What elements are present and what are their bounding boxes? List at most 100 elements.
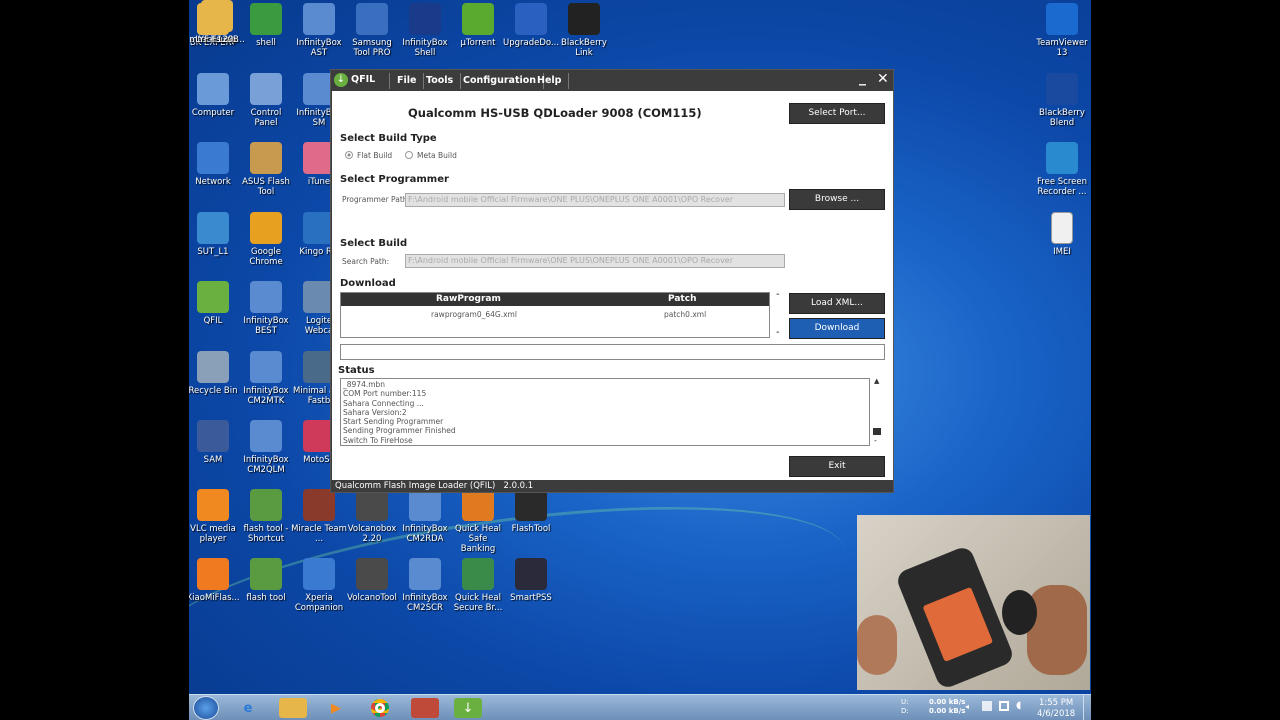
download-button[interactable]: Download xyxy=(789,318,885,339)
media-player-icon[interactable]: ▶ xyxy=(322,698,350,718)
desktop-icon[interactable]: TeamViewer 13 xyxy=(1034,3,1090,58)
desktop-icon[interactable]: VolcanoTool xyxy=(344,558,400,603)
desktop-icon[interactable]: Samsung Tool PRO xyxy=(344,3,400,58)
desktop-icon[interactable]: LYF-F120B xyxy=(189,0,245,45)
desktop-icon-label: flash tool - Shortcut xyxy=(243,524,289,544)
desktop-icon-label: Network xyxy=(195,177,231,187)
lightning-icon xyxy=(515,489,547,521)
gear-icon xyxy=(356,3,388,35)
desktop-icon[interactable]: InfinityBox CM2QLM xyxy=(238,420,294,475)
desktop-icon[interactable]: InfinityBox CM2SCR xyxy=(397,558,453,613)
desktop-icon[interactable]: Quick Heal Safe Banking xyxy=(450,489,506,554)
status-scroll-down[interactable]: - xyxy=(874,436,877,445)
infinitybox-icon xyxy=(250,281,282,313)
xperia-icon xyxy=(303,558,335,590)
network-tray-icon[interactable] xyxy=(999,701,1009,711)
desktop-icon[interactable]: SmartPSS xyxy=(503,558,559,603)
desktop-icon[interactable]: InfinityBox AST xyxy=(291,3,347,58)
desktop-icon[interactable]: Computer xyxy=(189,72,241,118)
desktop-icon[interactable]: InfinityBox BEST xyxy=(238,281,294,336)
desktop-icon[interactable]: shell xyxy=(238,3,294,48)
desktop-icon[interactable]: Volcanobox 2.20 xyxy=(344,489,400,544)
desktop-icon[interactable]: XiaoMiFlas... xyxy=(189,558,241,603)
volcano-icon xyxy=(356,558,388,590)
show-desktop-button[interactable] xyxy=(1083,695,1091,720)
clock[interactable]: 1:55 PM 4/6/2018 xyxy=(1037,698,1075,720)
upgrade-icon xyxy=(515,3,547,35)
volume-icon[interactable]: ◖ xyxy=(1016,700,1021,711)
status-scroll-thumb[interactable] xyxy=(873,428,881,435)
internet-explorer-icon[interactable]: e xyxy=(234,698,262,718)
desktop-icon[interactable]: QFIL xyxy=(189,281,241,326)
chrome-taskbar-icon[interactable] xyxy=(366,698,394,718)
desktop-icon-label: InfinityBox CM2SCR xyxy=(402,593,448,613)
desktop-icon[interactable]: Free Screen Recorder ... xyxy=(1034,142,1090,197)
miracle-icon xyxy=(303,489,335,521)
search-path-field[interactable]: F:\Android mobile Official Firmware\ONE … xyxy=(405,254,785,268)
desktop-icon-label: InfinityBox Shell xyxy=(402,38,448,58)
desktop-icon[interactable]: Recycle Bin xyxy=(189,350,241,396)
table-scroll-up[interactable]: - xyxy=(776,289,780,300)
meta-build-radio[interactable]: Meta Build xyxy=(405,151,457,160)
vlc-icon xyxy=(197,489,229,521)
desktop-icon[interactable]: SAM xyxy=(189,420,241,465)
status-scroll-up-icon[interactable]: ▲ xyxy=(874,377,879,385)
desktop-icon[interactable]: Network xyxy=(189,142,241,187)
desktop-icon[interactable]: BlackBerry Blend xyxy=(1034,72,1090,128)
status-line: _8974.mbn xyxy=(343,380,386,389)
desktop-icon[interactable]: InfinityBox Shell xyxy=(397,3,453,58)
desktop-icon[interactable]: BlackBerry Link xyxy=(556,3,612,58)
rawprogram-cell[interactable]: rawprogram0_64G.xml xyxy=(431,310,517,319)
status-line: Switch To FireHose xyxy=(343,435,413,445)
desktop-icon-label: VLC media player xyxy=(190,524,236,544)
close-icon[interactable]: ✕ xyxy=(877,71,889,87)
desktop-icon-label: InfinityBox CM2RDA xyxy=(402,524,448,544)
qfil-window: ↓ QFIL File Tools Configuration Help _ ✕… xyxy=(330,69,894,493)
flat-build-radio[interactable]: Flat Build xyxy=(345,151,392,160)
desktop-icon[interactable]: SUT_L1 xyxy=(189,211,241,257)
table-scroll-down[interactable]: - xyxy=(776,327,780,338)
desktop-icon[interactable]: Miracle Team ... xyxy=(291,489,347,544)
action-center-icon[interactable] xyxy=(982,701,992,711)
desktop-icon[interactable]: flash tool - Shortcut xyxy=(238,489,294,544)
minimize-icon[interactable]: _ xyxy=(859,70,866,86)
blackberry-blend-icon xyxy=(1046,72,1078,105)
desktop-icon[interactable]: Quick Heal Secure Br... xyxy=(450,558,506,613)
desktop-icon[interactable]: flash tool xyxy=(238,558,294,603)
progress-bar xyxy=(340,344,885,360)
programmer-path-field[interactable]: F:\Android mobile Official Firmware\ONE … xyxy=(405,193,785,207)
ultimate-taskbar-icon[interactable] xyxy=(411,698,439,718)
browse-button[interactable]: Browse ... xyxy=(789,189,885,210)
desktop-icon-label: Volcanobox 2.20 xyxy=(347,524,397,544)
desktop-icon[interactable]: Control Panel xyxy=(238,72,294,128)
desktop-icon[interactable]: IMEI xyxy=(1034,211,1090,257)
blackberry-icon xyxy=(568,3,600,35)
load-xml-button[interactable]: Load XML... xyxy=(789,293,885,314)
desktop-icon[interactable]: ASUS Flash Tool xyxy=(238,142,294,197)
version-footer: Qualcomm Flash Image Loader (QFIL) 2.0.0… xyxy=(335,481,534,491)
utorrent-icon xyxy=(462,3,494,35)
flat-build-label: Flat Build xyxy=(357,151,393,160)
desktop-icon[interactable]: FlashTool xyxy=(503,489,559,534)
tray-arrow-icon[interactable]: ◂ xyxy=(965,702,969,711)
desktop-icon[interactable]: InfinityBox CM2MTK xyxy=(238,350,294,406)
desktop-icon[interactable]: InfinityBox CM2RDA xyxy=(397,489,453,544)
menu-tools[interactable]: Tools xyxy=(419,73,462,89)
desktop-icon-label: IMEI xyxy=(1053,246,1071,257)
desktop-icon[interactable]: UpgradeDo... xyxy=(503,3,559,48)
start-button-icon[interactable] xyxy=(193,696,219,720)
desktop-icon-label: SAM xyxy=(203,455,223,465)
desktop-icon-label: ASUS Flash Tool xyxy=(242,177,290,197)
qfil-taskbar-icon[interactable]: ↓ xyxy=(454,698,482,718)
status-log: _8974.mbn COM Port number:115 Sahara Conne… xyxy=(340,378,870,446)
select-port-button[interactable]: Select Port... xyxy=(789,103,885,124)
desktop-icon[interactable]: Google Chrome xyxy=(238,211,294,267)
desktop-icon[interactable]: VLC media player xyxy=(189,489,241,544)
menu-help[interactable]: Help xyxy=(530,73,570,89)
explorer-folder-icon[interactable] xyxy=(279,698,307,718)
desktop-icon[interactable]: Xperia Companion xyxy=(291,558,347,613)
exit-button[interactable]: Exit xyxy=(789,456,885,477)
qfil-client: Qualcomm HS-USB QDLoader 9008 (COM115) S… xyxy=(332,91,893,480)
desktop-icon[interactable]: µTorrent xyxy=(450,3,506,48)
patch-cell[interactable]: patch0.xml xyxy=(664,310,706,319)
